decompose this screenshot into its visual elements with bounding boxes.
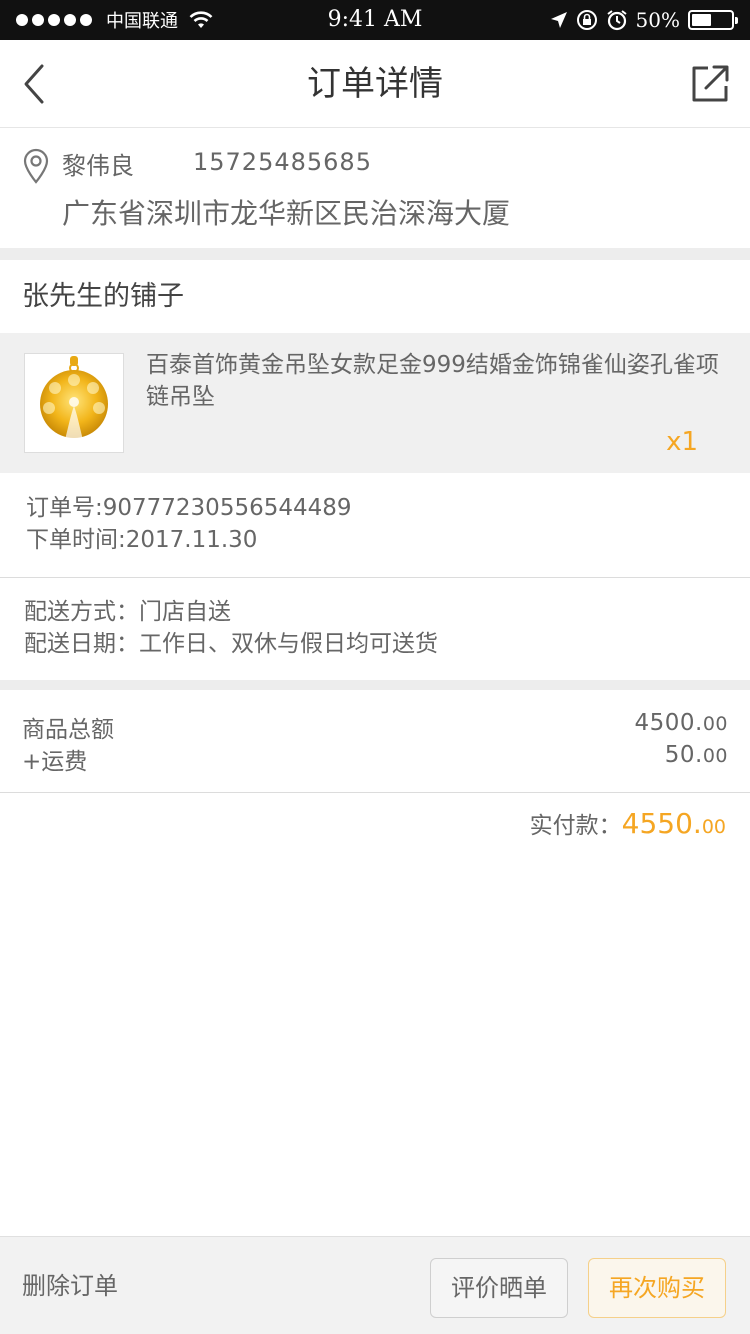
goods-total-label: 商品总额 bbox=[22, 717, 114, 743]
rotation-lock-icon bbox=[576, 10, 597, 30]
peacock-pendant-icon bbox=[40, 356, 108, 440]
bottom-action-bar: 删除订单 评价晒单 再次购买 bbox=[0, 1236, 750, 1334]
paid-amount: 实付款： 4550. 00 bbox=[530, 806, 726, 850]
paid-value: 4550. bbox=[621, 807, 702, 840]
battery-icon bbox=[688, 10, 738, 30]
product-item[interactable]: 百泰首饰黄金吊坠女款足金999结婚金饰锦雀仙姿孔雀项链吊坠 x1 bbox=[0, 333, 750, 473]
shop-name[interactable]: 张先生的铺子 bbox=[22, 260, 184, 333]
share-icon[interactable] bbox=[688, 62, 732, 106]
goods-total-row: 商品总额 4500.00 bbox=[22, 710, 728, 743]
product-quantity: x1 bbox=[666, 427, 698, 457]
alarm-icon bbox=[606, 10, 627, 31]
paid-label: 实付款： bbox=[529, 813, 622, 839]
delivery-method: 配送方式：门店自送 bbox=[24, 599, 231, 625]
divider bbox=[0, 577, 750, 578]
location-pin-icon bbox=[23, 148, 49, 184]
battery-percent: 50% bbox=[635, 8, 680, 32]
shipping-fee-label: +运费 bbox=[22, 749, 88, 775]
review-order-button[interactable]: 评价晒单 bbox=[430, 1258, 568, 1318]
product-title: 百泰首饰黄金吊坠女款足金999结婚金饰锦雀仙姿孔雀项链吊坠 bbox=[146, 352, 719, 410]
order-info: 订单号:907772305565444​89 下单时间:2017.11.30 bbox=[26, 492, 352, 556]
recipient-name: 黎伟良 bbox=[62, 152, 134, 180]
address-detail: 广东省深圳市龙华新区民治深海大厦 bbox=[62, 197, 511, 230]
goods-total-value: 4500.00 bbox=[634, 710, 728, 736]
shipping-fee-row: +运费 50.00 bbox=[22, 742, 728, 775]
divider bbox=[0, 792, 750, 793]
order-number: 订单号:907772305565444​89 bbox=[26, 495, 352, 521]
shipping-address[interactable]: 黎伟良 15725485685 广东省深圳市龙华新区民治深海大厦 bbox=[0, 128, 750, 248]
delivery-info: 配送方式：门店自送 配送日期：工作日、双休与假日均可送货 bbox=[24, 596, 438, 660]
shipping-fee-value: 50.00 bbox=[664, 742, 728, 768]
status-right: 50% bbox=[550, 0, 738, 40]
status-bar: 中国联通 9:41 AM 50% bbox=[0, 0, 750, 40]
nav-bar: 订单详情 bbox=[0, 40, 750, 128]
paid-cents: 00 bbox=[701, 816, 726, 838]
delete-order-button[interactable]: 删除订单 bbox=[22, 1237, 118, 1334]
section-gap bbox=[0, 680, 750, 690]
recipient-phone: 15725485685 bbox=[193, 148, 372, 176]
product-image bbox=[24, 353, 124, 453]
order-time: 下单时间:2017.11.30 bbox=[26, 527, 258, 553]
battery-level bbox=[692, 14, 711, 26]
section-gap bbox=[0, 248, 750, 260]
buy-again-button[interactable]: 再次购买 bbox=[588, 1258, 726, 1318]
location-arrow-icon bbox=[550, 12, 567, 28]
delivery-date: 配送日期：工作日、双休与假日均可送货 bbox=[24, 631, 438, 657]
page-title: 订单详情 bbox=[307, 64, 443, 104]
